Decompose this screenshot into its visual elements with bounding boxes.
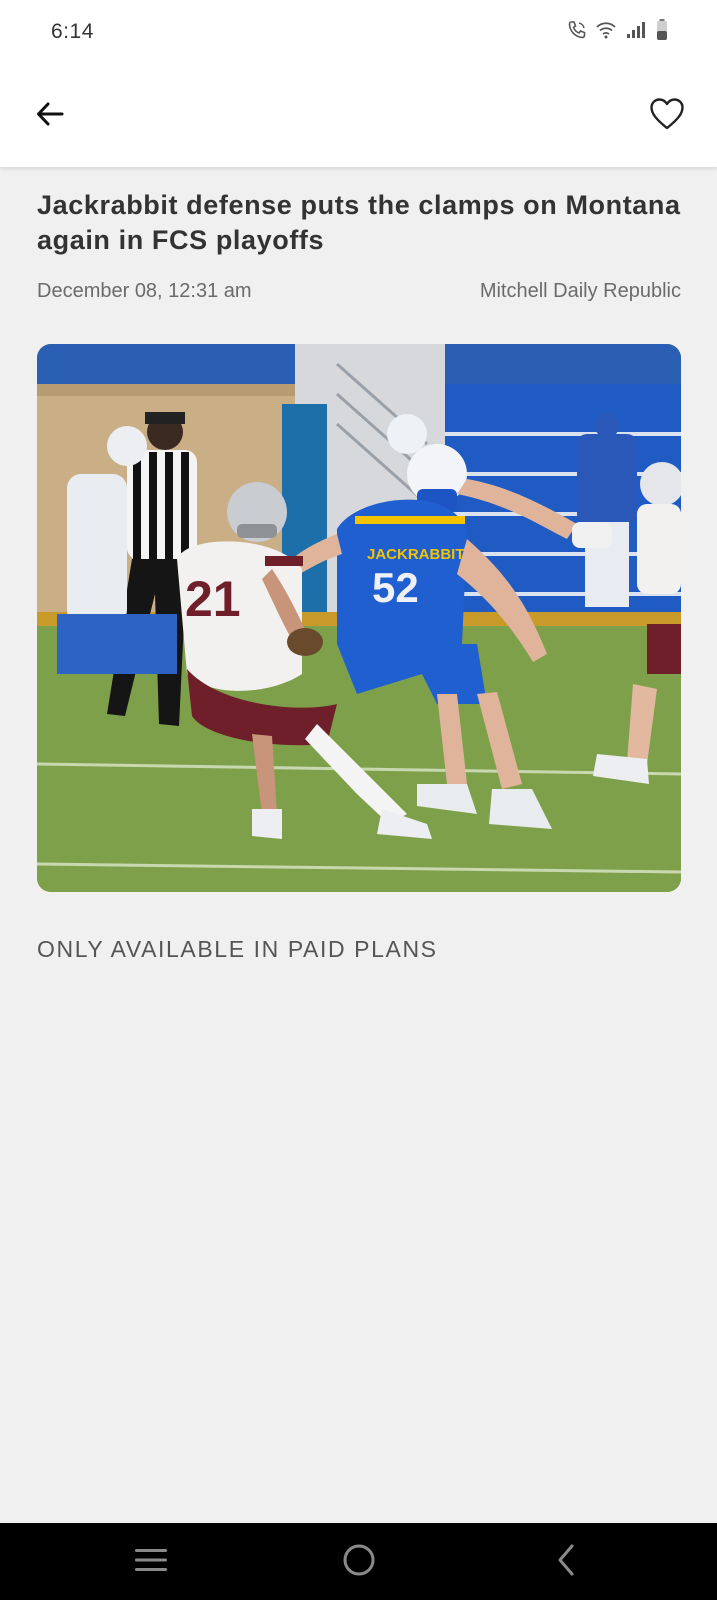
article-title: Jackrabbit defense puts the clamps on Mo… bbox=[37, 190, 681, 255]
article-source: Mitchell Daily Republic bbox=[479, 280, 681, 302]
image-jersey-number-21: 21 bbox=[185, 571, 241, 627]
article-meta: December 08, 12:31 am Mitchell Daily Rep… bbox=[37, 280, 681, 303]
status-time: 6:14 bbox=[51, 20, 94, 43]
system-nav-bar bbox=[0, 1523, 717, 1600]
status-icons bbox=[567, 18, 669, 42]
home-button[interactable] bbox=[334, 1537, 384, 1587]
status-bar: 6:14 bbox=[0, 0, 717, 66]
article: Jackrabbit defense puts the clamps on Mo… bbox=[37, 188, 681, 962]
back-button[interactable] bbox=[28, 94, 72, 138]
article-date: December 08, 12:31 am bbox=[37, 280, 252, 302]
recent-apps-icon bbox=[133, 1545, 169, 1580]
image-jersey-number-52: 52 bbox=[372, 564, 419, 611]
back-nav-icon bbox=[552, 1542, 582, 1583]
wifi-calling-icon bbox=[567, 20, 587, 40]
heart-outline-icon bbox=[649, 97, 685, 136]
favorite-button[interactable] bbox=[645, 94, 689, 138]
recent-apps-button[interactable] bbox=[126, 1537, 176, 1587]
wifi-icon bbox=[595, 20, 617, 40]
signal-icon bbox=[625, 20, 647, 40]
arrow-left-icon bbox=[34, 98, 66, 135]
app-bar bbox=[0, 66, 717, 167]
back-nav-button[interactable] bbox=[542, 1537, 592, 1587]
home-icon bbox=[341, 1542, 377, 1583]
image-jersey-text: JACKRABBITS bbox=[367, 546, 475, 563]
paywall-notice: ONLY AVAILABLE IN PAID PLANS bbox=[37, 936, 438, 962]
article-image[interactable]: JACKRABBITS 52 21 bbox=[37, 344, 681, 892]
battery-icon bbox=[655, 18, 669, 42]
